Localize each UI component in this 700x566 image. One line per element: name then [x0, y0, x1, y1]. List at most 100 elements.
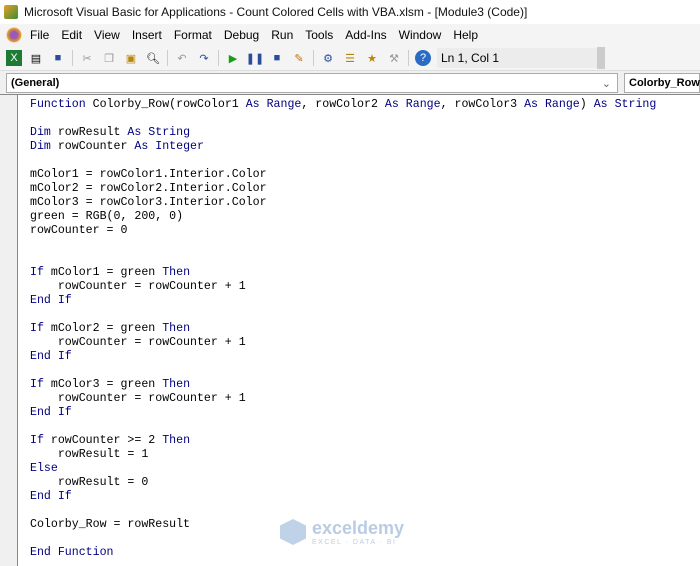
toolbar-grip[interactable] [597, 47, 605, 69]
code-token: mColor3 = green [43, 378, 163, 391]
redo-icon[interactable]: ↷ [196, 50, 212, 66]
code-token: rowCounter = 0 [30, 224, 128, 237]
object-dropdown-value: (General) [11, 77, 60, 89]
code-line: If mColor1 = green Then [30, 266, 656, 280]
watermark-tagline: EXCEL · DATA · BI [312, 539, 397, 546]
margin-indicator-bar[interactable] [0, 95, 18, 566]
title-bar: Microsoft Visual Basic for Applications … [0, 0, 700, 24]
procedure-dropdown-value: Colorby_Row [629, 77, 700, 89]
menu-help[interactable]: Help [453, 28, 478, 42]
code-line: End If [30, 490, 656, 504]
menu-bar: File Edit View Insert Format Debug Run Tools Add… [0, 24, 700, 46]
code-token: rowCounter = rowCounter + 1 [30, 280, 246, 293]
keyword: Then [162, 266, 191, 279]
procedure-dropdown[interactable]: Colorby_Row [624, 73, 700, 93]
separator [167, 50, 168, 66]
window-title: Microsoft Visual Basic for Applications … [24, 5, 528, 19]
code-window-header: (General) ⌄ Colorby_Row [0, 70, 700, 94]
menu-debug[interactable]: Debug [224, 28, 259, 42]
menu-edit[interactable]: Edit [61, 28, 82, 42]
code-token: , rowColor2 [301, 98, 385, 111]
code-line: Dim rowCounter As Integer [30, 140, 656, 154]
run-icon[interactable]: ▶ [225, 50, 241, 66]
code-token: mColor3 = rowColor3.Interior.Color [30, 196, 267, 209]
keyword: As [384, 98, 399, 111]
code-line: Dim rowResult As String [30, 126, 656, 140]
chevron-down-icon[interactable]: ⌄ [602, 77, 611, 90]
separator [408, 50, 409, 66]
break-icon[interactable]: ❚❚ [246, 50, 264, 66]
code-line: End Function [30, 546, 656, 560]
paste-icon[interactable]: ▣ [123, 50, 139, 66]
toolbar: X ▤ ■ ✂ ❐ ▣ 🔍︎ ↶ ↷ ▶ ❚❚ ■ ✎ ⚙ ☰ ★ ⚒ ? Ln… [0, 46, 700, 70]
keyword: As [245, 98, 260, 111]
separator [313, 50, 314, 66]
properties-icon[interactable]: ☰ [342, 50, 358, 66]
keyword: Else [30, 462, 58, 475]
keyword: Range [544, 98, 580, 111]
code-line: End If [30, 406, 656, 420]
object-dropdown[interactable]: (General) ⌄ [6, 73, 618, 93]
code-token: rowCounter = rowCounter + 1 [30, 336, 246, 349]
find-icon[interactable]: 🔍︎ [145, 50, 161, 66]
keyword: Dim [30, 140, 51, 153]
code-line: mColor2 = rowColor2.Interior.Color [30, 182, 656, 196]
code-line: green = RGB(0, 200, 0) [30, 210, 656, 224]
keyword: String [148, 126, 191, 139]
menu-run[interactable]: Run [271, 28, 293, 42]
vba-menu-icon[interactable] [6, 27, 22, 43]
keyword: As [127, 126, 142, 139]
code-editor[interactable]: Function Colorby_Row(rowColor1 As Range,… [0, 94, 700, 566]
menu-addins[interactable]: Add-Ins [345, 28, 386, 42]
help-icon[interactable]: ? [415, 50, 431, 66]
reset-icon[interactable]: ■ [269, 50, 285, 66]
menu-tools[interactable]: Tools [305, 28, 333, 42]
code-line: rowResult = 0 [30, 476, 656, 490]
keyword: End If [30, 406, 72, 419]
keyword: Integer [155, 140, 204, 153]
insert-userform-icon[interactable]: ▤ [28, 50, 44, 66]
code-line: End If [30, 294, 656, 308]
keyword: Range [405, 98, 441, 111]
code-line: rowResult = 1 [30, 448, 656, 462]
menu-insert[interactable]: Insert [132, 28, 162, 42]
code-line: rowCounter = rowCounter + 1 [30, 392, 656, 406]
code-text[interactable]: Function Colorby_Row(rowColor1 As Range,… [30, 98, 656, 560]
keyword: End If [30, 490, 72, 503]
view-excel-icon[interactable]: X [6, 50, 22, 66]
keyword: If [30, 322, 44, 335]
save-icon[interactable]: ■ [50, 50, 66, 66]
keyword: As [134, 140, 149, 153]
code-line: rowCounter = rowCounter + 1 [30, 280, 656, 294]
keyword: Then [162, 322, 191, 335]
vba-app-icon [4, 5, 18, 19]
design-mode-icon[interactable]: ✎ [291, 50, 307, 66]
code-line: End If [30, 350, 656, 364]
toolbox-icon[interactable]: ⚒ [386, 50, 402, 66]
code-token: rowCounter = rowCounter + 1 [30, 392, 246, 405]
menu-format[interactable]: Format [174, 28, 212, 42]
copy-icon[interactable]: ❐ [101, 50, 117, 66]
code-token: mColor2 = green [43, 322, 163, 335]
menu-file[interactable]: File [30, 28, 49, 42]
separator [72, 50, 73, 66]
code-token: mColor1 = green [43, 266, 163, 279]
undo-icon[interactable]: ↶ [174, 50, 190, 66]
code-token: green = RGB(0, 200, 0) [30, 210, 184, 223]
project-explorer-icon[interactable]: ⚙ [320, 50, 336, 66]
object-browser-icon[interactable]: ★ [364, 50, 380, 66]
code-token: rowResult = 1 [30, 448, 149, 461]
cut-icon[interactable]: ✂ [79, 50, 95, 66]
code-line: Function Colorby_Row(rowColor1 As Range,… [30, 98, 656, 112]
menu-window[interactable]: Window [399, 28, 442, 42]
code-line: If mColor3 = green Then [30, 378, 656, 392]
code-token: rowCounter [50, 140, 135, 153]
menu-view[interactable]: View [94, 28, 120, 42]
